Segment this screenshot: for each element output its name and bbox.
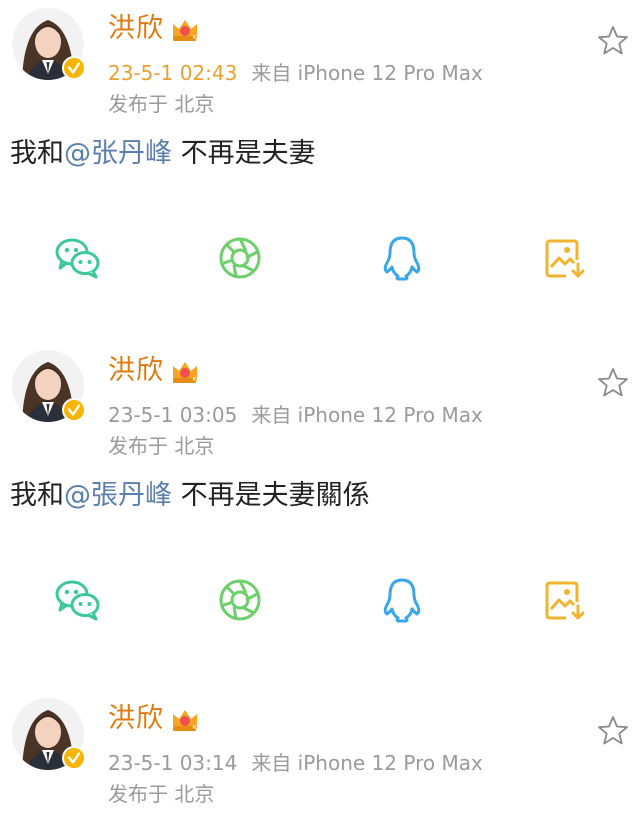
content-text: 我和 [10, 480, 64, 511]
post-meta: 23-5-1 03:05 来自 iPhone 12 Pro Max [108, 402, 483, 428]
username[interactable]: 洪欣 [108, 702, 164, 736]
post-source: 来自 iPhone 12 Pro Max [251, 61, 483, 85]
post-location: 发布于 北京 [108, 782, 215, 806]
verified-badge-icon [62, 746, 86, 770]
username[interactable]: 洪欣 [108, 12, 164, 46]
vip-crown-icon: 5 [173, 362, 198, 386]
username[interactable]: 洪欣 [108, 354, 164, 388]
post-content: 我和@張丹峰 不再是夫妻關係 [10, 478, 370, 514]
content-text: 不再是夫妻關係 [172, 480, 370, 511]
save-image-button[interactable] [538, 575, 590, 625]
svg-text:5: 5 [192, 725, 198, 734]
post-content: 我和@张丹峰 不再是夫妻 [10, 136, 316, 172]
wechat-icon [55, 238, 100, 279]
favorite-star-icon[interactable] [596, 24, 630, 58]
content-text: 不再是夫妻 [172, 138, 316, 169]
post-meta: 23-5-1 03:14 来自 iPhone 12 Pro Max [108, 750, 483, 776]
verified-badge-icon [62, 56, 86, 80]
save-image-icon [545, 239, 585, 278]
mention-link[interactable]: @张丹峰 [64, 138, 172, 169]
qq-icon [383, 578, 421, 623]
favorite-star-icon[interactable] [596, 714, 630, 748]
wechat-icon [55, 580, 100, 621]
share-wechat-button[interactable] [52, 233, 104, 283]
share-row [0, 575, 640, 625]
avatar[interactable] [12, 698, 86, 770]
share-row [0, 233, 640, 283]
share-moments-button[interactable] [214, 575, 266, 625]
vip-crown-icon: 5 [173, 710, 198, 734]
share-qq-button[interactable] [376, 233, 428, 283]
vip-crown-icon: 5 [173, 20, 198, 44]
avatar[interactable] [12, 8, 86, 80]
svg-text:5: 5 [192, 377, 198, 386]
favorite-star-icon[interactable] [596, 366, 630, 400]
post-location: 发布于 北京 [108, 434, 215, 458]
save-image-button[interactable] [538, 233, 590, 283]
moments-icon [219, 579, 261, 621]
weibo-feed: 洪欣 5 23-5-1 02:43 来自 iPhone 12 Pro Max 发布… [0, 0, 640, 815]
share-qq-button[interactable] [376, 575, 428, 625]
content-text: 我和 [10, 138, 64, 169]
share-moments-button[interactable] [214, 233, 266, 283]
qq-icon [383, 236, 421, 281]
mention-link[interactable]: @張丹峰 [64, 480, 172, 511]
svg-text:5: 5 [192, 35, 198, 44]
verified-badge-icon [62, 398, 86, 422]
moments-icon [219, 237, 261, 279]
post-source: 来自 iPhone 12 Pro Max [251, 403, 483, 427]
post-source: 来自 iPhone 12 Pro Max [251, 751, 483, 775]
post-time: 23-5-1 03:05 [108, 403, 238, 427]
post-time: 23-5-1 02:43 [108, 61, 238, 85]
share-wechat-button[interactable] [52, 575, 104, 625]
post-location: 发布于 北京 [108, 92, 215, 116]
post-time: 23-5-1 03:14 [108, 751, 238, 775]
avatar[interactable] [12, 350, 86, 422]
save-image-icon [545, 581, 585, 620]
post-meta: 23-5-1 02:43 来自 iPhone 12 Pro Max [108, 60, 483, 86]
